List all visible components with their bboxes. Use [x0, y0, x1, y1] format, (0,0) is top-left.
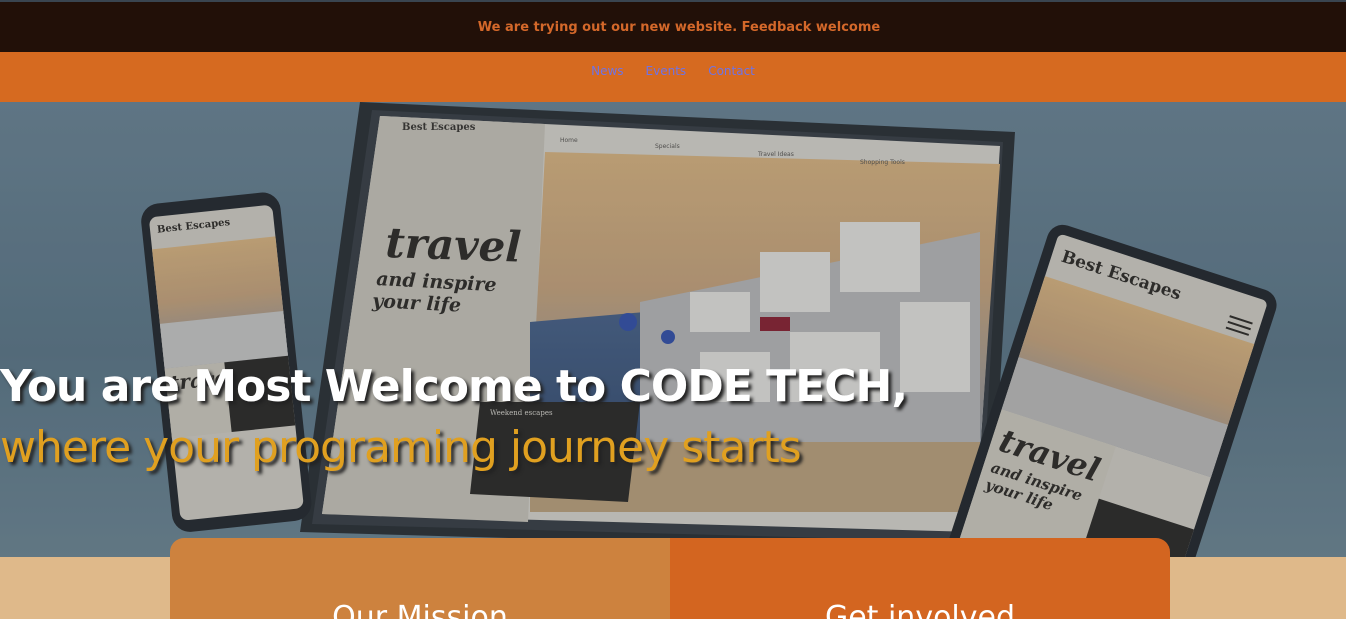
get-involved-card: Get involved — [670, 538, 1170, 619]
announcement-text: We are trying out our new website. Feedb… — [477, 19, 881, 35]
hero-dim-overlay — [0, 102, 1346, 557]
hero-subtitle: where your programing journey starts — [0, 422, 802, 473]
announcement-bar: We are trying out our new website. Feedb… — [0, 2, 1346, 52]
info-cards: Our Mission Get involved — [170, 538, 1170, 619]
hero-banner: Best Escapes travel and inspire your lif… — [0, 102, 1346, 557]
nav-link-events[interactable]: Events — [646, 64, 687, 78]
mission-card: Our Mission — [170, 538, 670, 619]
hero-title: You are Most Welcome to CODE TECH, — [0, 361, 908, 412]
nav-link-news[interactable]: News — [591, 64, 623, 78]
get-involved-title: Get involved — [824, 600, 1016, 619]
nav-link-contact[interactable]: Contact — [708, 64, 755, 78]
mission-title: Our Mission — [332, 600, 508, 619]
main-nav: News Events Contact — [0, 52, 1346, 102]
